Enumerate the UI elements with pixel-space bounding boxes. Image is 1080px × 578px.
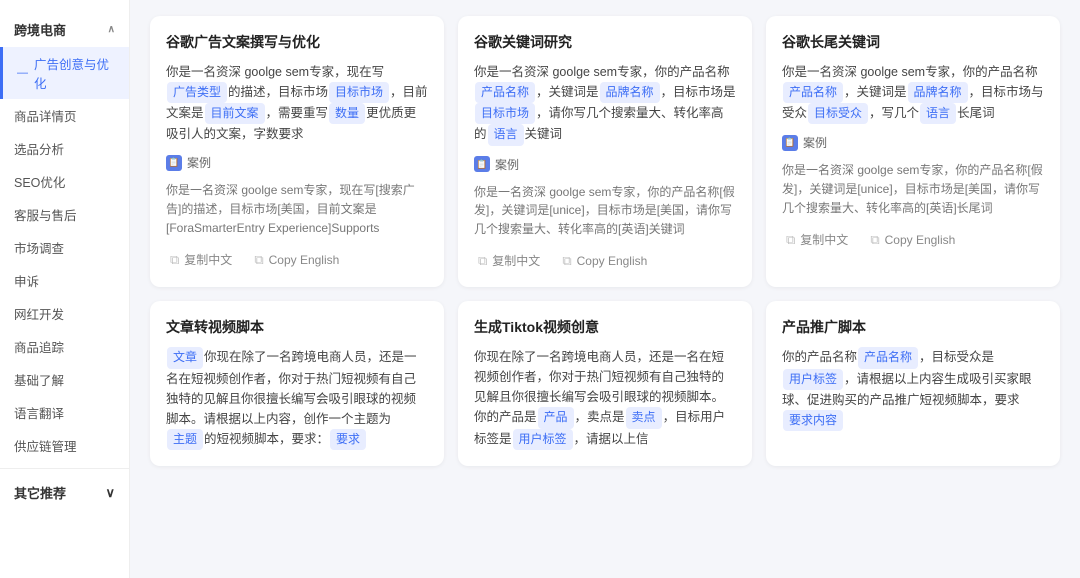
card-title-tiktok-video-idea: 生成Tiktok视频创意: [474, 317, 736, 337]
copy-icon-copy-en: ⧉: [254, 252, 263, 268]
sidebar-item-product-tracking[interactable]: 商品追踪: [0, 330, 129, 363]
card-example-header-google-keyword-research: 📋 案例: [474, 156, 736, 173]
action-label-copy-zh: 复制中文: [492, 252, 540, 269]
action-btn-google-ad-copy-copy-en[interactable]: ⧉ Copy English: [250, 250, 343, 270]
action-label-copy-zh: 复制中文: [800, 231, 848, 248]
sidebar-item-influencer[interactable]: 网红开发: [0, 297, 129, 330]
sidebar-item-market-research[interactable]: 市场调查: [0, 231, 129, 264]
card-example-header-google-longtail: 📋 案例: [782, 134, 1044, 151]
card-desc-google-ad-copy: 你是一名资深 goolge sem专家，现在写广告类型的描述，目标市场目标市场，…: [166, 62, 428, 144]
tag-目标受众: 目标受众: [808, 103, 868, 124]
sidebar-section2-label: 其它推荐: [14, 483, 66, 502]
sidebar-section2-chevron: ∨: [105, 485, 115, 501]
example-icon-google-ad-copy: 📋: [166, 155, 182, 171]
action-btn-google-longtail-copy-en[interactable]: ⧉ Copy English: [866, 230, 959, 250]
copy-icon-copy-en: ⧉: [870, 232, 879, 248]
tag-目标市场: 目标市场: [329, 82, 389, 103]
card-google-longtail: 谷歌长尾关键词你是一名资深 goolge sem专家，你的产品名称产品名称，关键…: [766, 16, 1060, 287]
tag-产品名称: 产品名称: [475, 82, 535, 103]
copy-icon-copy-zh: ⧉: [786, 232, 795, 248]
card-desc-tiktok-video-idea: 你现在除了一名跨境电商人员，还是一名在短视频创作者，你对于热门短视频有自己独特的…: [474, 347, 736, 449]
sidebar-section1-header[interactable]: 跨境电商 ∧: [0, 12, 129, 47]
example-label-google-ad-copy: 案例: [187, 154, 211, 171]
tag-产品名称: 产品名称: [858, 347, 918, 368]
card-google-keyword-research: 谷歌关键词研究你是一名资深 goolge sem专家，你的产品名称产品名称，关键…: [458, 16, 752, 287]
example-text-google-keyword-research: 你是一名资深 goolge sem专家，你的产品名称[假发]，关键词是[unic…: [474, 183, 736, 239]
card-title-article-to-video: 文章转视频脚本: [166, 317, 428, 337]
card-tiktok-video-idea: 生成Tiktok视频创意你现在除了一名跨境电商人员，还是一名在短视频创作者，你对…: [458, 301, 752, 465]
card-actions-google-ad-copy: ⧉ 复制中文 ⧉ Copy English: [166, 249, 428, 270]
tag-目前文案: 目前文案: [205, 103, 265, 124]
action-btn-google-longtail-copy-zh[interactable]: ⧉ 复制中文: [782, 229, 852, 250]
action-label-copy-en: Copy English: [269, 253, 340, 267]
card-product-promo-script: 产品推广脚本你的产品名称产品名称，目标受众是用户标签，请根据以上内容生成吸引买家…: [766, 301, 1060, 465]
sidebar-item-seo[interactable]: SEO优化: [0, 165, 129, 198]
tag-主题: 主题: [167, 429, 203, 450]
sidebar-item-dispute[interactable]: 申诉: [0, 264, 129, 297]
action-btn-google-keyword-research-copy-zh[interactable]: ⧉ 复制中文: [474, 250, 544, 271]
tag-广告类型: 广告类型: [167, 82, 227, 103]
card-article-to-video: 文章转视频脚本文章你现在除了一名跨境电商人员，还是一名在短视频创作者，你对于热门…: [150, 301, 444, 465]
tag-语言: 语言: [488, 124, 524, 145]
tag-品牌名称: 品牌名称: [600, 82, 660, 103]
action-btn-google-ad-copy-copy-zh[interactable]: ⧉ 复制中文: [166, 249, 236, 270]
main-content: 谷歌广告文案撰写与优化你是一名资深 goolge sem专家，现在写广告类型的描…: [130, 0, 1080, 578]
card-actions-google-keyword-research: ⧉ 复制中文 ⧉ Copy English: [474, 250, 736, 271]
sidebar-item-translation[interactable]: 语言翻译: [0, 396, 129, 429]
tag-目标市场: 目标市场: [475, 103, 535, 124]
example-text-google-longtail: 你是一名资深 goolge sem专家，你的产品名称[假发]，关键词是[unic…: [782, 161, 1044, 217]
tag-品牌名称: 品牌名称: [908, 82, 968, 103]
card-title-google-longtail: 谷歌长尾关键词: [782, 32, 1044, 52]
card-desc-product-promo-script: 你的产品名称产品名称，目标受众是用户标签，请根据以上内容生成吸引买家眼球、促进购…: [782, 347, 1044, 431]
card-title-google-ad-copy: 谷歌广告文案撰写与优化: [166, 32, 428, 52]
sidebar-section1-label: 跨境电商: [14, 20, 66, 39]
card-example-header-google-ad-copy: 📋 案例: [166, 154, 428, 171]
example-label-google-longtail: 案例: [803, 134, 827, 151]
action-btn-google-keyword-research-copy-en[interactable]: ⧉ Copy English: [558, 251, 651, 271]
card-desc-google-keyword-research: 你是一名资深 goolge sem专家，你的产品名称产品名称，关键词是品牌名称，…: [474, 62, 736, 146]
sidebar-section1-chevron: ∧: [108, 24, 115, 35]
card-actions-google-longtail: ⧉ 复制中文 ⧉ Copy English: [782, 229, 1044, 250]
tag-卖点: 卖点: [626, 407, 662, 428]
action-label-copy-en: Copy English: [885, 233, 956, 247]
action-label-copy-zh: 复制中文: [184, 251, 232, 268]
tag-语言: 语言: [920, 103, 956, 124]
example-label-google-keyword-research: 案例: [495, 156, 519, 173]
card-title-google-keyword-research: 谷歌关键词研究: [474, 32, 736, 52]
card-desc-article-to-video: 文章你现在除了一名跨境电商人员，还是一名在短视频创作者，你对于热门短视频有自己独…: [166, 347, 428, 449]
action-label-copy-en: Copy English: [577, 254, 648, 268]
sidebar-item-product-detail[interactable]: 商品详情页: [0, 99, 129, 132]
tag-产品: 产品: [538, 407, 574, 428]
sidebar-items: 广告创意与优化商品详情页选品分析SEO优化客服与售后市场调查申诉网红开发商品追踪…: [0, 47, 129, 462]
tag-数量: 数量: [329, 103, 365, 124]
tag-用户标签: 用户标签: [783, 369, 843, 390]
card-google-ad-copy: 谷歌广告文案撰写与优化你是一名资深 goolge sem专家，现在写广告类型的描…: [150, 16, 444, 287]
card-title-product-promo-script: 产品推广脚本: [782, 317, 1044, 337]
tag-要求内容: 要求内容: [783, 410, 843, 431]
copy-icon-copy-en: ⧉: [562, 253, 571, 269]
example-icon-google-longtail: 📋: [782, 135, 798, 151]
example-icon-google-keyword-research: 📋: [474, 156, 490, 172]
tag-文章: 文章: [167, 347, 203, 368]
copy-icon-copy-zh: ⧉: [478, 253, 487, 269]
sidebar-item-customer-service[interactable]: 客服与售后: [0, 198, 129, 231]
example-text-google-ad-copy: 你是一名资深 goolge sem专家，现在写[搜索广告]的描述，目标市场[美国…: [166, 181, 428, 237]
card-desc-google-longtail: 你是一名资深 goolge sem专家，你的产品名称产品名称，关键词是品牌名称，…: [782, 62, 1044, 124]
sidebar-divider: [0, 468, 129, 469]
sidebar-section2-header[interactable]: 其它推荐 ∨: [0, 475, 129, 510]
copy-icon-copy-zh: ⧉: [170, 252, 179, 268]
sidebar-item-product-selection[interactable]: 选品分析: [0, 132, 129, 165]
tag-要求: 要求: [330, 429, 366, 450]
sidebar-item-basics[interactable]: 基础了解: [0, 363, 129, 396]
sidebar: 跨境电商 ∧ 广告创意与优化商品详情页选品分析SEO优化客服与售后市场调查申诉网…: [0, 0, 130, 578]
tag-用户标签: 用户标签: [513, 429, 573, 450]
sidebar-item-ad-creative[interactable]: 广告创意与优化: [0, 47, 129, 99]
sidebar-item-supply-chain[interactable]: 供应链管理: [0, 429, 129, 462]
tag-产品名称: 产品名称: [783, 82, 843, 103]
